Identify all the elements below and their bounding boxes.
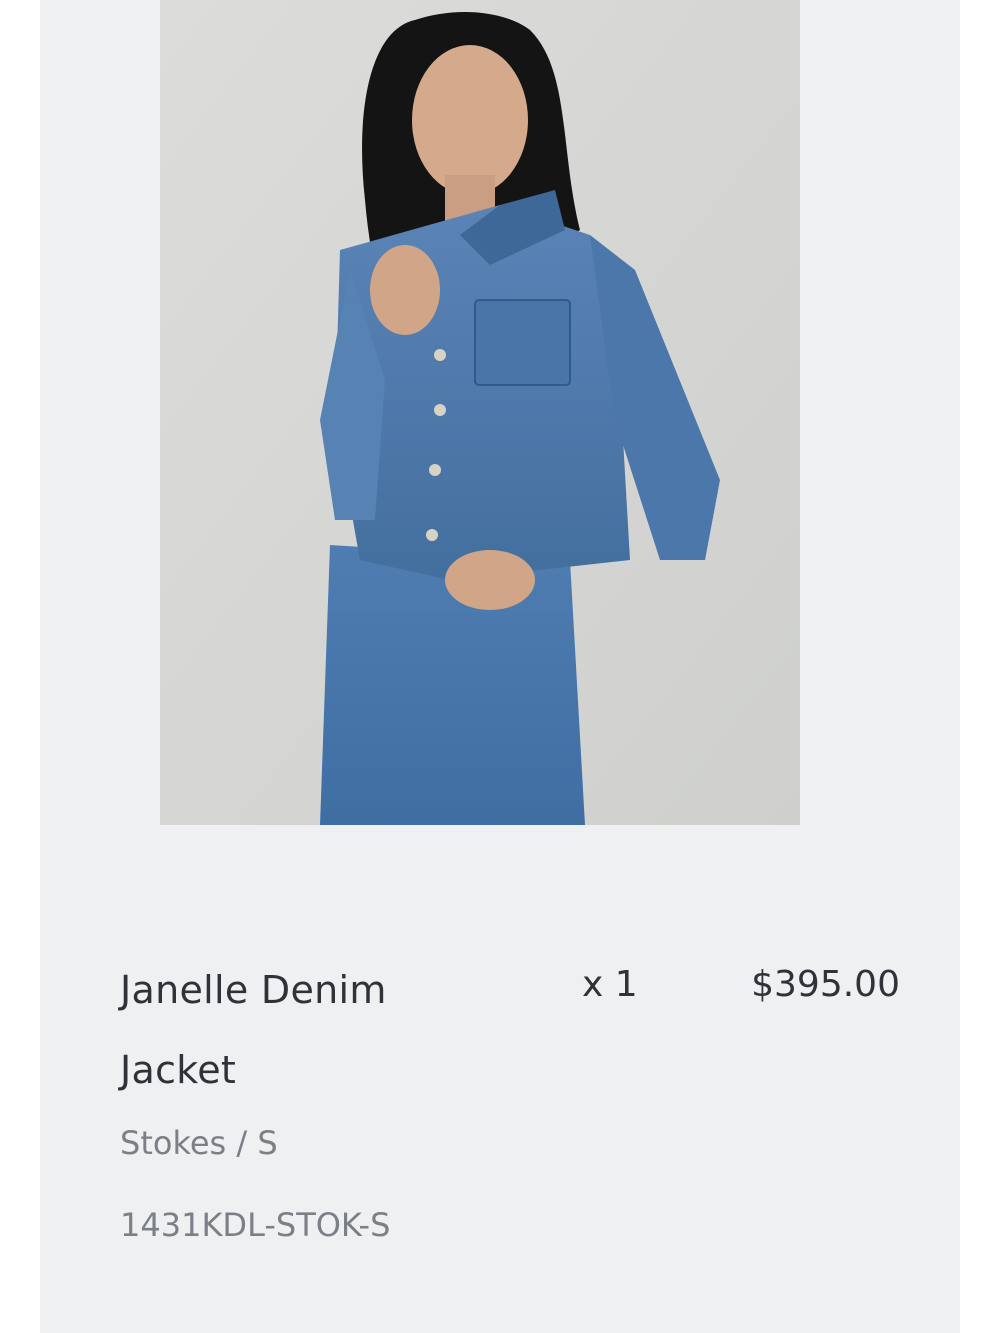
sku-label: 1431KDL-STOK-S bbox=[120, 1206, 391, 1244]
quantity-label: x 1 bbox=[582, 964, 638, 1005]
variant-label: Stokes / S bbox=[120, 1124, 278, 1162]
price-label: $395.00 bbox=[751, 964, 900, 1005]
product-name[interactable]: Janelle Denim Jacket bbox=[120, 950, 460, 1110]
order-line-item-card: Janelle Denim Jacket x 1 $395.00 Stokes … bbox=[40, 0, 960, 1333]
product-image[interactable] bbox=[160, 0, 800, 825]
